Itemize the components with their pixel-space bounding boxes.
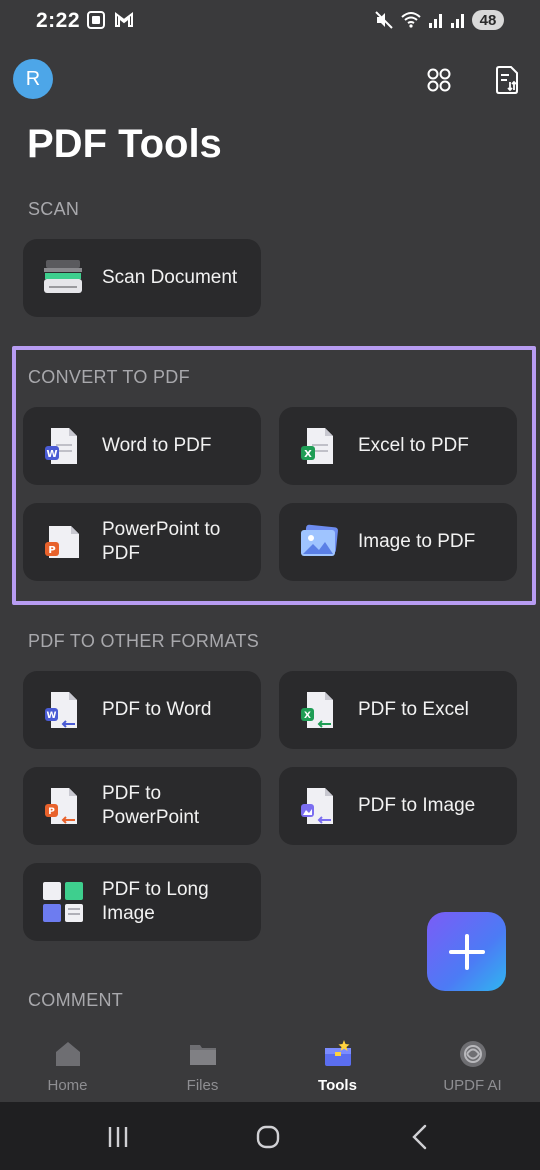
word-to-pdf-button[interactable]: W Word to PDF [23,407,261,485]
section-label-pdf-to-other: PDF TO OTHER FORMATS [28,631,260,651]
folder-icon [187,1038,219,1070]
nav-home[interactable]: Home [0,1022,135,1102]
document-sort-icon [496,66,518,94]
svg-text:P: P [48,807,55,817]
excel-file-icon: X [301,428,333,464]
back-chevron-icon [412,1124,427,1150]
long-image-icon [43,882,83,922]
pdf-to-excel-button[interactable]: X PDF to Excel [279,671,517,749]
battery-indicator: 48 [472,10,504,30]
bottom-nav: Home Files Tools UPDF AI [0,1022,540,1102]
signal-icon [429,14,442,28]
pdf-to-image-icon [301,788,333,824]
powerpoint-file-icon: P [45,526,79,558]
pdf-to-long-image-button[interactable]: PDF to Long Image [23,863,261,941]
status-time: 2:22 [36,9,81,32]
svg-text:X: X [304,449,312,460]
home-icon [52,1038,84,1070]
sort-files-button[interactable] [489,62,525,98]
tool-label: PDF to PowerPoint [102,783,200,828]
scan-document-button[interactable]: Scan Document [23,239,261,317]
tool-label: Image to PDF [358,531,476,552]
ai-icon [457,1038,489,1070]
back-button[interactable] [403,1120,437,1154]
recent-apps-button[interactable] [101,1120,135,1154]
nav-label: Tools [318,1077,357,1094]
status-bar: 2:22 48 [0,0,540,40]
image-to-pdf-button[interactable]: Image to PDF [279,503,517,581]
system-navigation-bar [0,1102,540,1170]
pdf-to-excel-icon: X [301,692,333,728]
word-file-icon: W [45,428,77,464]
apps-button[interactable] [421,62,457,98]
nav-tools[interactable]: Tools [270,1022,405,1102]
nav-label: Home [47,1077,88,1094]
svg-text:P: P [48,545,55,556]
nav-label: UPDF AI [443,1077,502,1094]
image-file-icon [301,524,338,556]
svg-text:W: W [46,449,57,460]
nav-files[interactable]: Files [135,1022,270,1102]
tool-label: PowerPoint to PDF [102,519,221,564]
tool-label: PDF to Excel [358,699,469,720]
pdf-to-word-button[interactable]: W PDF to Word [23,671,261,749]
home-circle-icon [256,1125,280,1149]
svg-text:W: W [47,711,57,721]
screenshot-icon [87,11,105,29]
section-label-convert: CONVERT TO PDF [28,367,190,387]
pdf-to-powerpoint-button[interactable]: P PDF to PowerPoint [23,767,261,845]
powerpoint-to-pdf-button[interactable]: P PowerPoint to PDF [23,503,261,581]
home-system-button[interactable] [251,1120,285,1154]
toolbox-icon [322,1038,354,1070]
tool-label: Word to PDF [102,435,212,456]
tool-label: PDF to Word [102,699,212,720]
nav-updf-ai[interactable]: UPDF AI [405,1022,540,1102]
avatar[interactable]: R [13,59,53,99]
status-right: 48 [374,10,504,30]
recent-apps-icon [108,1127,128,1147]
pdf-to-word-icon: W [45,692,77,728]
scanner-icon [44,260,82,293]
page-title: PDF Tools [27,122,222,166]
excel-to-pdf-button[interactable]: X Excel to PDF [279,407,517,485]
section-label-scan: SCAN [28,199,80,219]
tool-label: PDF to Image [358,795,476,816]
gmail-icon [115,12,133,27]
plus-icon [448,933,485,970]
signal-icon-2 [451,14,464,28]
nav-label: Files [186,1077,219,1094]
status-left-icons [86,10,134,30]
wifi-icon [401,12,421,28]
tool-label: Excel to PDF [358,435,469,456]
tool-label: PDF to Long Image [102,879,209,924]
section-label-comment: COMMENT [28,990,124,1010]
add-button[interactable] [427,912,506,991]
mute-icon [375,11,393,29]
pdf-to-image-button[interactable]: PDF to Image [279,767,517,845]
svg-text:X: X [304,711,311,721]
grid-icon [427,68,451,92]
pdf-to-powerpoint-icon: P [45,788,77,824]
tool-label: Scan Document [102,267,238,288]
